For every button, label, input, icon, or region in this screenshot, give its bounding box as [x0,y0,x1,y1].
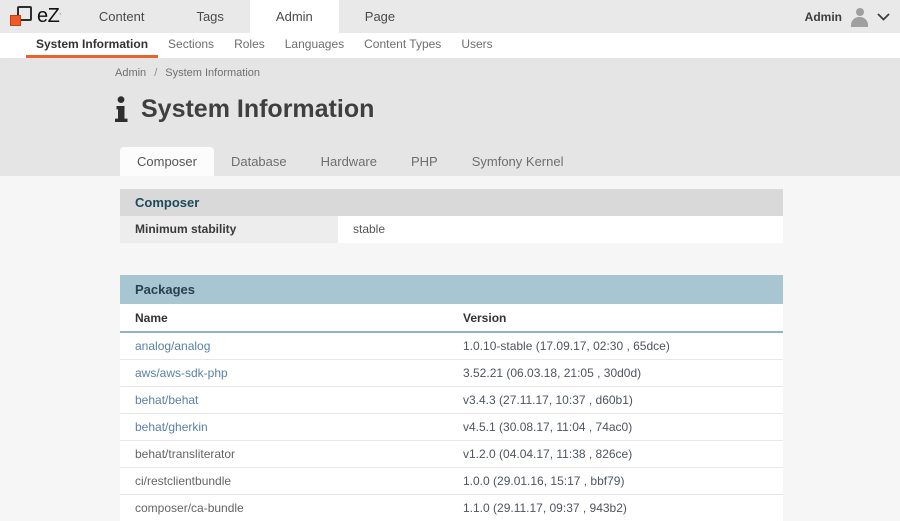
main-nav-item-label: Page [365,9,395,24]
package-link[interactable]: behat/behat [135,393,198,407]
subnav-item-label: Sections [168,37,214,51]
chevron-down-icon [877,13,890,21]
breadcrumb-separator: / [154,67,157,79]
main-nav-item-label: Content [99,9,145,24]
breadcrumb-item-current: System Information [165,67,260,79]
breadcrumb-item-admin[interactable]: Admin [115,67,146,79]
package-link[interactable]: analog/analog [135,339,210,353]
column-header-name: Name [120,304,463,331]
breadcrumb: Admin / System Information [115,67,260,79]
main-nav-item[interactable]: Content [73,0,171,33]
main-nav-item[interactable]: Page [339,0,421,33]
composer-table-row: Minimum stability stable [120,216,783,243]
tab[interactable]: Composer [120,147,214,176]
composer-table: Composer Minimum stability stable [120,189,783,243]
subnav-item-label: Languages [285,37,344,51]
subnav-item[interactable]: Languages [275,33,354,58]
package-name-cell: behat/gherkin [120,414,463,440]
package-version: v4.5.1 (30.08.17, 11:04 , 74ac0) [463,414,783,440]
tab[interactable]: Database [214,147,304,176]
content-area: Composer Minimum stability stable Packag… [0,176,900,521]
package-name-cell: composer/ca-bundle [120,495,463,521]
packages-column-headers: Name Version [120,304,783,333]
ez-logo-icon [10,6,32,28]
package-version: v3.4.3 (27.11.17, 10:37 , d60b1) [463,387,783,413]
page-title: System Information [114,95,374,124]
package-link[interactable]: aws/aws-sdk-php [135,366,228,380]
main-nav-item-label: Admin [276,9,313,24]
package-link[interactable]: ci/restclientbundle [135,474,231,488]
subnav-item[interactable]: Users [451,33,502,58]
package-row: behat/gherkin v4.5.1 (30.08.17, 11:04 , … [120,414,783,441]
user-menu[interactable]: Admin [805,0,890,33]
package-row: ci/restclientbundle 1.0.0 (29.01.16, 15:… [120,468,783,495]
topbar: eZ ’ Content Tags Admin Page Admin [0,0,900,33]
subnav-item[interactable]: Roles [224,33,275,58]
ez-logo[interactable]: eZ ’ [0,0,73,33]
package-name-cell: aws/aws-sdk-php [120,360,463,386]
package-row: composer/ca-bundle 1.1.0 (29.11.17, 09:3… [120,495,783,521]
package-row: behat/behat v3.4.3 (27.11.17, 10:37 , d6… [120,387,783,414]
package-name-cell: behat/transliterator [120,441,463,467]
subnav-item-label: Users [461,37,492,51]
subnav-item[interactable]: Sections [158,33,224,58]
user-name: Admin [805,10,842,24]
page-header: Admin / System Information System Inform… [0,58,900,176]
package-version: 1.0.10-stable (17.09.17, 02:30 , 65dce) [463,333,783,359]
package-version: v1.2.0 (04.04.17, 11:38 , 826ce) [463,441,783,467]
package-name-cell: analog/analog [120,333,463,359]
tab-label: Database [231,154,287,169]
admin-subnav: System Information Sections Roles Langua… [0,33,900,58]
composer-row-value: stable [338,216,385,243]
package-row: behat/transliterator v1.2.0 (04.04.17, 1… [120,441,783,468]
system-info-tabs: Composer Database Hardware PHP Symfony K… [120,147,580,176]
tab-label: Symfony Kernel [472,154,564,169]
page-title-text: System Information [141,95,374,124]
tab-label: PHP [411,154,438,169]
package-version: 1.0.0 (29.01.16, 15:17 , bbf79) [463,468,783,494]
ez-logo-text: eZ [37,5,59,28]
composer-row-label: Minimum stability [120,216,338,243]
tab[interactable]: Symfony Kernel [455,147,581,176]
info-icon [114,96,129,123]
package-name-cell: behat/behat [120,387,463,413]
packages-table: Packages Name Version analog/analog 1.0.… [120,275,783,521]
main-nav: Content Tags Admin Page [73,0,421,33]
column-header-version: Version [463,304,783,331]
subnav-item-label: Roles [234,37,265,51]
tab-label: Hardware [321,154,377,169]
main-nav-item[interactable]: Tags [170,0,249,33]
package-name-cell: ci/restclientbundle [120,468,463,494]
subnav-item[interactable]: System Information [26,33,158,58]
package-version: 3.52.21 (06.03.18, 21:05 , 30d0d) [463,360,783,386]
package-row: analog/analog 1.0.10-stable (17.09.17, 0… [120,333,783,360]
main-nav-item-label: Tags [196,9,223,24]
packages-table-title: Packages [120,275,783,304]
main-nav-item[interactable]: Admin [250,0,339,33]
composer-table-title: Composer [120,189,783,216]
avatar-icon [849,6,870,27]
package-link[interactable]: behat/gherkin [135,420,208,434]
tab-label: Composer [137,154,197,169]
ez-logo-trademark: ’ [59,13,61,20]
package-row: aws/aws-sdk-php 3.52.21 (06.03.18, 21:05… [120,360,783,387]
tab[interactable]: PHP [394,147,455,176]
package-version: 1.1.0 (29.11.17, 09:37 , 943b2) [463,495,783,521]
package-link[interactable]: behat/transliterator [135,447,235,461]
subnav-item[interactable]: Content Types [354,33,451,58]
subnav-item-label: System Information [36,37,148,51]
package-link[interactable]: composer/ca-bundle [135,501,244,515]
tab[interactable]: Hardware [304,147,394,176]
subnav-item-label: Content Types [364,37,441,51]
